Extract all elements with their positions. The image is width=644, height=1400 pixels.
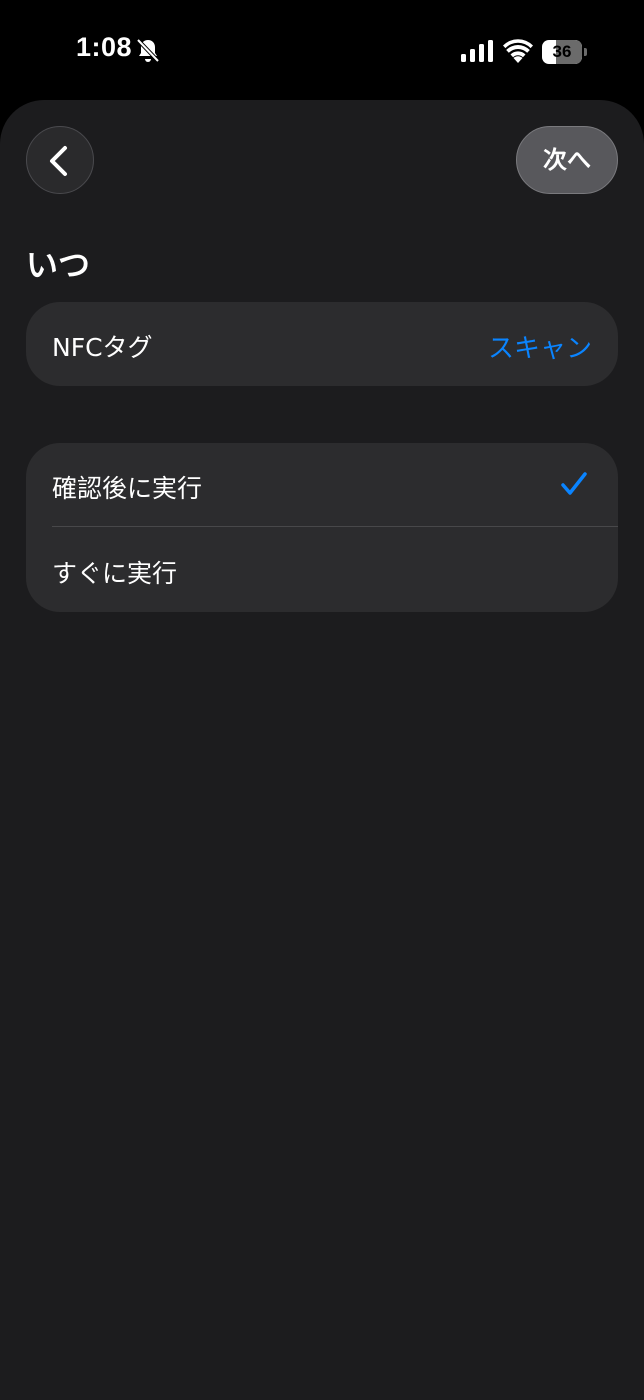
run-options-list: 確認後に実行 すぐに実行 xyxy=(26,443,618,612)
page-title: いつ xyxy=(26,246,91,284)
wifi-icon xyxy=(503,39,533,63)
automation-sheet: 次へ いつ NFCタグ スキャン 確認後に実行 すぐに実行 xyxy=(0,100,644,1400)
battery-percent: 36 xyxy=(552,42,572,61)
battery-body: 36 xyxy=(542,40,582,64)
battery-cap xyxy=(584,48,587,56)
option-label: すぐに実行 xyxy=(52,559,178,588)
nfc-tag-label: NFCタグ xyxy=(52,333,153,362)
chevron-left-icon xyxy=(50,146,67,176)
scan-button[interactable]: スキャン xyxy=(488,328,592,365)
option-run-immediately[interactable]: すぐに実行 xyxy=(26,528,618,612)
checkmark-icon xyxy=(561,472,587,495)
divider xyxy=(52,526,618,527)
bell-slash-icon xyxy=(136,38,160,64)
status-bar: 1:08 36 xyxy=(0,0,644,100)
cellular-signal-icon xyxy=(461,40,493,62)
option-run-after-confirmation[interactable]: 確認後に実行 xyxy=(26,443,618,527)
nfc-tag-row: NFCタグ スキャン xyxy=(26,302,618,386)
back-button[interactable] xyxy=(26,126,94,194)
battery-icon: 36 xyxy=(542,40,588,64)
next-button[interactable]: 次へ xyxy=(516,126,618,194)
status-time: 1:08 xyxy=(76,32,133,62)
option-label: 確認後に実行 xyxy=(52,474,203,503)
